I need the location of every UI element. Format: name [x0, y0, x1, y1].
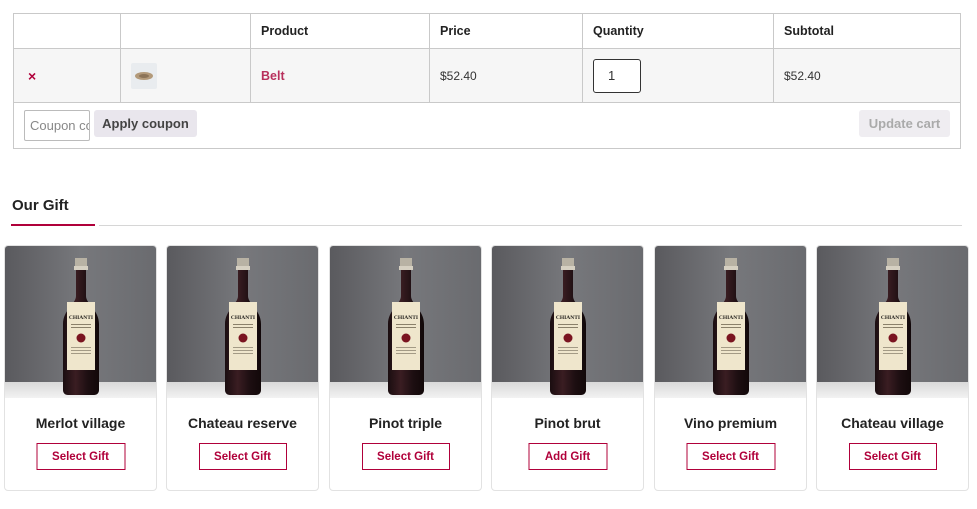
select-gift-button[interactable]: Select Gift	[848, 443, 937, 470]
svg-text:CHIANTI: CHIANTI	[394, 315, 418, 321]
svg-text:CHIANTI: CHIANTI	[881, 315, 905, 321]
gift-section-title: Our Gift	[12, 197, 69, 214]
wine-bottle-image[interactable]: CHIANTI	[5, 246, 156, 398]
gift-name: Vino premium	[683, 415, 778, 431]
coupon-code-input[interactable]: Coupon code	[24, 110, 90, 141]
wine-bottle-image[interactable]: CHIANTI	[330, 246, 481, 398]
remove-cell: ×	[14, 49, 121, 102]
wine-bottle-image[interactable]: CHIANTI	[167, 246, 318, 398]
gift-card: CHIANTI Vino premium Select Gift	[654, 245, 807, 491]
svg-text:CHIANTI: CHIANTI	[231, 315, 255, 321]
svg-text:CHIANTI: CHIANTI	[556, 315, 580, 321]
gift-divider	[99, 225, 962, 226]
header-remove	[14, 14, 121, 48]
cart-actions: Coupon code Apply coupon Update cart	[14, 102, 960, 148]
update-cart-button[interactable]: Update cart	[859, 110, 950, 137]
wine-bottle-image[interactable]: CHIANTI	[492, 246, 643, 398]
gift-name: Pinot brut	[534, 415, 601, 431]
gift-name: Chateau reserve	[188, 415, 297, 431]
svg-text:CHIANTI: CHIANTI	[69, 315, 93, 321]
gift-name: Pinot triple	[368, 415, 443, 431]
gift-card: CHIANTI Chateau reserve Select Gift	[166, 245, 319, 491]
gift-card: CHIANTI Merlot village Select Gift	[4, 245, 157, 491]
select-gift-button[interactable]: Select Gift	[36, 443, 125, 470]
gift-card: CHIANTI Pinot brut Add Gift	[491, 245, 644, 491]
subtotal-cell: $52.40	[784, 68, 821, 83]
wine-bottle-image[interactable]: CHIANTI	[655, 246, 806, 398]
cart-header-row: Product Price Quantity Subtotal	[14, 14, 960, 48]
wine-bottle-image[interactable]: CHIANTI	[817, 246, 968, 398]
gift-card: CHIANTI Chateau village Select Gift	[816, 245, 969, 491]
select-gift-button[interactable]: Select Gift	[361, 443, 450, 470]
quantity-input[interactable]: 1	[593, 58, 641, 93]
select-gift-button[interactable]: Select Gift	[686, 443, 775, 470]
gift-title-underline	[11, 224, 95, 226]
thumbnail-cell	[121, 49, 251, 102]
header-quantity: Quantity	[583, 14, 774, 48]
quantity-cell: 1	[583, 49, 774, 102]
product-link[interactable]: Belt	[261, 69, 285, 83]
price-cell: $52.40	[430, 49, 583, 102]
gift-card: CHIANTI Pinot triple Select Gift	[329, 245, 482, 491]
apply-coupon-button[interactable]: Apply coupon	[94, 110, 197, 137]
header-thumbnail	[121, 14, 251, 48]
gift-name: Chateau village	[841, 415, 944, 431]
product-cell: Belt	[251, 49, 430, 102]
svg-text:CHIANTI: CHIANTI	[719, 315, 743, 321]
gift-name: Merlot village	[35, 415, 126, 431]
remove-item-icon[interactable]: ×	[24, 68, 36, 84]
add-gift-button[interactable]: Add Gift	[528, 443, 607, 470]
header-subtotal: Subtotal	[784, 24, 834, 38]
header-price: Price	[430, 14, 583, 48]
belt-thumbnail-icon[interactable]	[131, 62, 157, 89]
select-gift-button[interactable]: Select Gift	[198, 443, 287, 470]
cart-table: Product Price Quantity Subtotal × Belt $…	[13, 13, 961, 149]
cart-item-row: × Belt $52.40 1 $52.40	[14, 48, 960, 103]
header-product: Product	[251, 14, 430, 48]
